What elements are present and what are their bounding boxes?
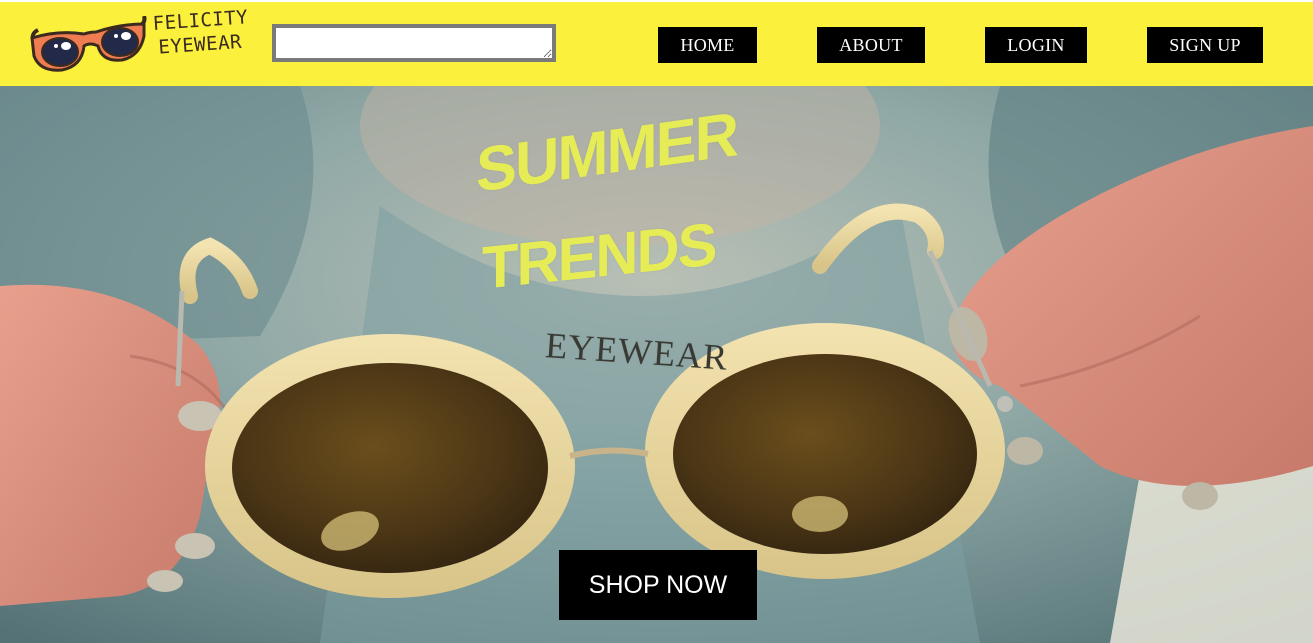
nav-signup-button[interactable]: SIGN UP [1147, 27, 1263, 63]
nav-home-button[interactable]: HOME [658, 27, 757, 63]
hero-title-eyewear: EYEWEAR [544, 325, 730, 378]
page: FELICITY EYEWEAR HOME ABOUT LOGIN SIGN U… [0, 0, 1313, 643]
hero-title-trends: TRENDS [482, 210, 716, 302]
shop-now-button[interactable]: SHOP NOW [559, 550, 757, 620]
nav-about-button[interactable]: ABOUT [817, 27, 925, 63]
brand-name-line2: EYEWEAR [157, 30, 243, 59]
hero-title: SUMMER TRENDS EYEWEAR [470, 100, 770, 378]
brand-name: FELICITY EYEWEAR [152, 5, 251, 60]
sunglasses-logo-icon [30, 16, 147, 72]
hero-banner: SUMMER TRENDS EYEWEAR SHOP NOW [0, 86, 1313, 643]
nav-login-button[interactable]: LOGIN [985, 27, 1087, 63]
brand-logo[interactable]: FELICITY EYEWEAR [28, 5, 251, 82]
search-input[interactable] [272, 24, 556, 62]
site-header: FELICITY EYEWEAR HOME ABOUT LOGIN SIGN U… [0, 0, 1313, 86]
